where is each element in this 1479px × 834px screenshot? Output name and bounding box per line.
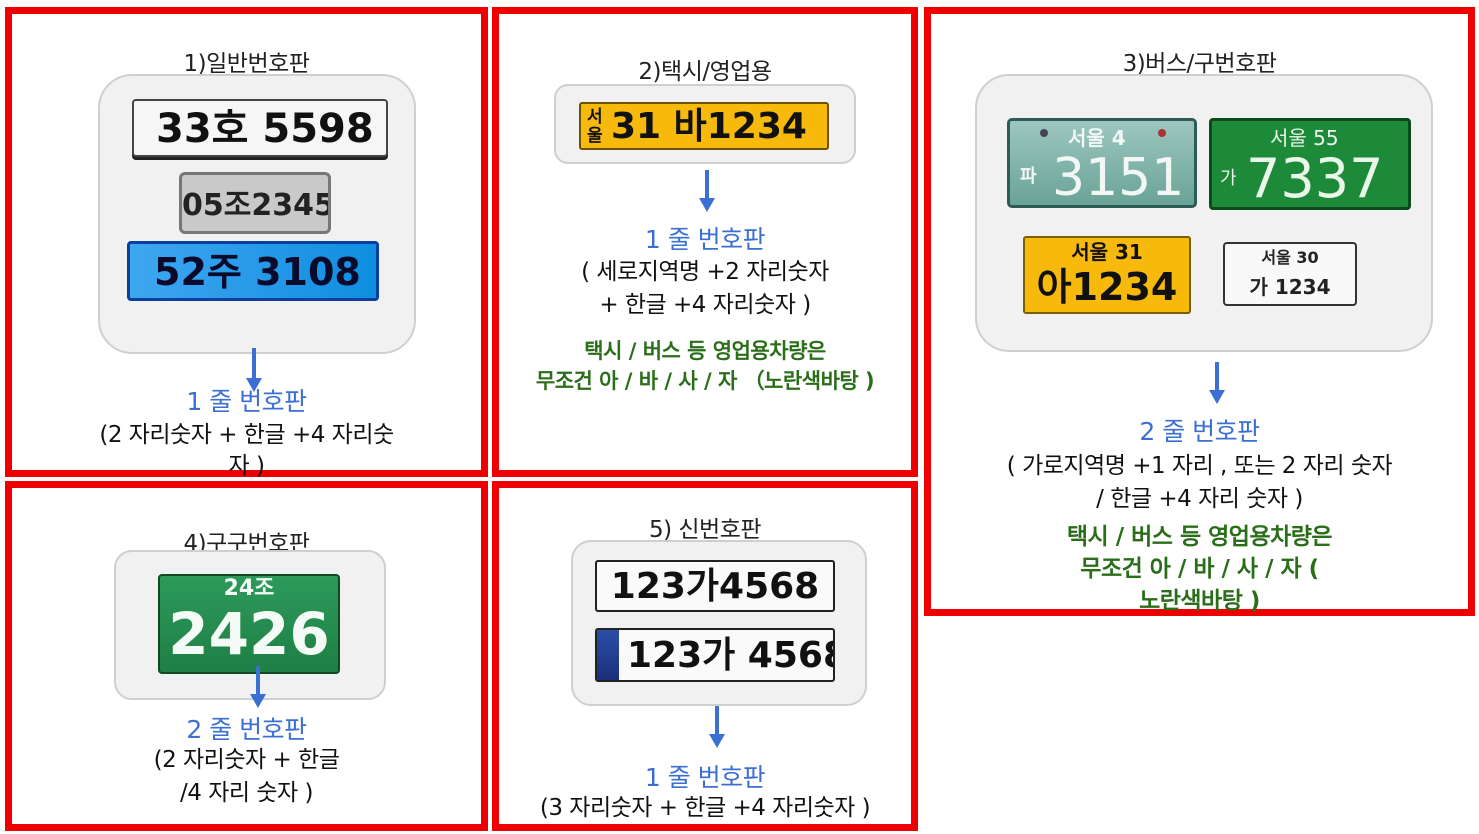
plate-kind-label: 1 줄 번호판	[644, 225, 766, 254]
eu-flag-band-icon	[597, 630, 619, 680]
plate-side-text: 가	[1220, 168, 1237, 189]
plate-note-line: 무조건 아 / 바 / 사 / 자 (	[1080, 556, 1319, 582]
down-arrow-icon	[699, 170, 715, 212]
panel-new-plate: 5) 신번호판 123가4568 123가 4568 1 줄 번호판 (3 자리…	[492, 481, 918, 831]
plate-kind-label: 1 줄 번호판	[644, 763, 766, 792]
plate-bolt	[1040, 129, 1048, 137]
panel-taxi-plate: 2)택시/영업용 서울 31 바1234 1 줄 번호판 ( 세로지역명 +2 …	[492, 7, 918, 477]
plate-white-new: 123가4568	[595, 560, 835, 612]
panel-bus-old-plate: 3)버스/구번호판 서울 4 파 3151 서울 55 가 7337 서울 31…	[924, 7, 1475, 616]
plate-top-text: 서울 31	[1071, 240, 1143, 264]
plate-number: 3151	[1052, 148, 1185, 208]
plate-side-text: 파	[1020, 166, 1037, 187]
plate-desc-line: 자 )	[228, 453, 265, 479]
plate-number: 아1234	[1036, 265, 1178, 309]
plate-teal-old: 서울 4 파 3151	[1007, 118, 1197, 208]
plate-number: 52주 3108	[154, 250, 361, 294]
plate-green: 서울 55 가 7337	[1209, 118, 1411, 210]
plate-desc-line: + 한글 +4 자리숫자 )	[599, 292, 811, 318]
plate-region: 서울	[587, 107, 603, 146]
plate-blue-ev: 52주 3108	[127, 241, 379, 301]
down-arrow-icon	[250, 666, 266, 708]
plate-top-text: 24조	[223, 576, 275, 601]
panel-title: 3)버스/구번호판	[1122, 51, 1277, 77]
plate-top-text: 서울 4	[1068, 126, 1126, 150]
plate-yellow-bus: 서울 31 아1234	[1023, 236, 1191, 314]
plate-kind-label: 1 줄 번호판	[186, 387, 307, 416]
plate-desc-line: (2 자리숫자 + 한글 +4 자리숫	[99, 422, 394, 448]
plate-white-long: 33호 5598	[132, 99, 388, 157]
plate-grey-short: 05조2345	[179, 172, 331, 234]
plate-desc-line: ( 가로지역명 +1 자리 , 또는 2 자리 숫자	[1006, 453, 1393, 479]
plate-note-line: 택시 / 버스 등 영업용차량은	[584, 339, 826, 363]
plate-note-line: 노란색바탕 )	[1139, 588, 1260, 614]
plate-kind-label: 2 줄 번호판	[1139, 417, 1260, 446]
plate-green-old: 24조 2426	[158, 574, 340, 674]
plate-number: 05조2345	[182, 188, 331, 223]
panel-old-old-plate: 4)구구번호판 24조 2426 2 줄 번호판 (2 자리숫자 + 한글 /4…	[5, 481, 488, 831]
plate-desc-line: / 한글 +4 자리 숫자 )	[1096, 486, 1303, 512]
panel-general-plate: 1)일반번호판 33호 5598 05조2345 52주 3108 1 줄 번호…	[5, 7, 488, 479]
plate-number: 가 1234	[1249, 275, 1331, 299]
plate-note-line: 택시 / 버스 등 영업용차량은	[1066, 524, 1333, 550]
plate-number: 123가4568	[610, 566, 820, 607]
plate-yellow-taxi: 서울 31 바1234	[579, 102, 829, 150]
down-arrow-icon	[1209, 362, 1225, 404]
panel-title: 1)일반번호판	[183, 51, 310, 77]
panel-title: 2)택시/영업용	[638, 59, 772, 85]
plate-number: 2426	[168, 600, 330, 668]
panel-title: 5) 신번호판	[648, 517, 762, 543]
plate-kind-label: 2 줄 번호판	[186, 715, 307, 744]
plate-desc-line: (3 자리숫자 + 한글 +4 자리숫자 )	[539, 795, 871, 821]
plate-number: 33호 5598	[156, 106, 374, 152]
plate-desc-line: /4 자리 숫자 )	[180, 780, 313, 806]
plate-bolt	[1158, 129, 1166, 137]
plate-white-two-line: 서울 30 가 1234	[1223, 242, 1357, 306]
plate-desc-line: ( 세로지역명 +2 자리숫자	[581, 259, 829, 285]
plate-number: 31 바1234	[611, 106, 807, 147]
plate-number: 123가 4568	[627, 635, 835, 676]
plate-top-text: 서울 55	[1270, 126, 1339, 150]
plate-top-text: 서울 30	[1261, 248, 1319, 267]
plate-desc-line: (2 자리숫자 + 한글	[153, 747, 340, 773]
plate-white-eu: 123가 4568	[595, 628, 835, 682]
down-arrow-icon	[709, 706, 725, 748]
plate-note-line: 무조건 아 / 바 / 사 / 자 （노란색바탕 )	[535, 369, 875, 393]
plate-number: 7337	[1246, 147, 1384, 210]
